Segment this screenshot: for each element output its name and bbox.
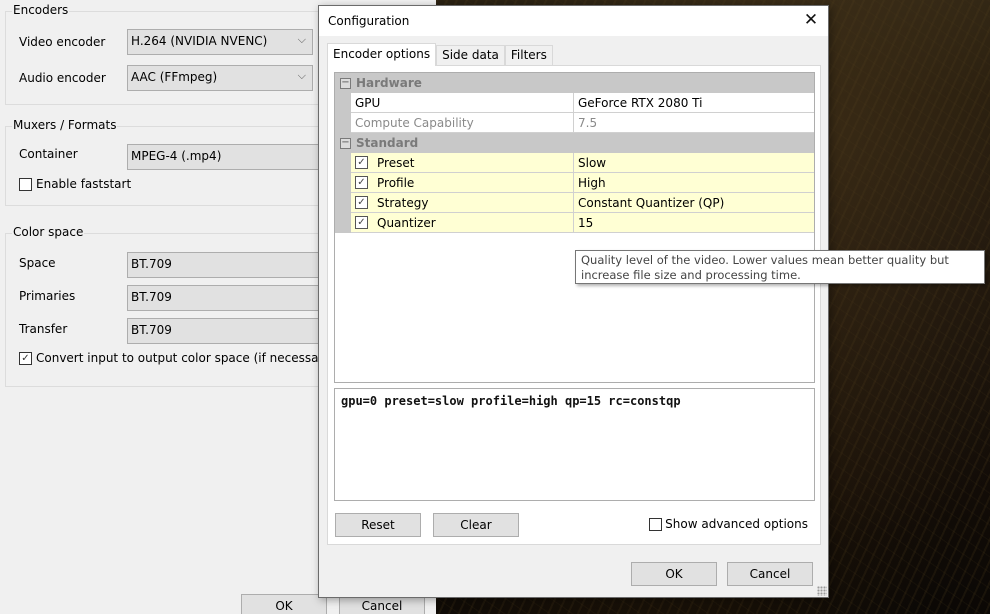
- property-name: Profile: [377, 175, 415, 190]
- container-value: MPEG-4 (.mp4): [131, 149, 222, 163]
- dialog-titlebar: Configuration ✕: [319, 6, 828, 36]
- space-value: BT.709: [131, 257, 172, 271]
- close-icon[interactable]: ✕: [800, 9, 822, 31]
- space-label: Space: [19, 256, 56, 270]
- property-name-cell: Strategy: [351, 193, 574, 213]
- video-encoder-label: Video encoder: [19, 35, 106, 49]
- property-name: Compute Capability: [351, 113, 574, 133]
- category-label: Hardware: [356, 76, 422, 90]
- enable-faststart-checkbox[interactable]: Enable faststart: [19, 177, 131, 191]
- chevron-down-icon: ⌵: [297, 69, 306, 82]
- checkbox-icon: [649, 517, 663, 531]
- audio-encoder-label: Audio encoder: [19, 71, 106, 85]
- checkbox-checked-icon[interactable]: [355, 196, 368, 209]
- options-string-textarea[interactable]: gpu=0 preset=slow profile=high qp=15 rc=…: [334, 388, 815, 501]
- dialog-tabs: Encoder options Side data Filters: [327, 43, 553, 66]
- resize-grip-icon[interactable]: [817, 586, 827, 596]
- quantizer-tooltip: Quality level of the video. Lower values…: [575, 250, 985, 284]
- property-row-preset[interactable]: Preset Slow: [335, 153, 814, 173]
- checkbox-icon: [19, 177, 32, 191]
- property-value[interactable]: Slow: [574, 153, 814, 173]
- primaries-label: Primaries: [19, 289, 76, 303]
- reset-button[interactable]: Reset: [335, 513, 421, 537]
- row-gutter: [335, 93, 351, 113]
- configuration-dialog: Configuration ✕ Encoder options Side dat…: [318, 5, 829, 598]
- row-gutter: [335, 113, 351, 133]
- checkbox-checked-icon[interactable]: [355, 156, 368, 169]
- checkbox-checked-icon[interactable]: [355, 176, 368, 189]
- enable-faststart-label: Enable faststart: [36, 177, 132, 191]
- audio-encoder-select[interactable]: AAC (FFmpeg) ⌵: [127, 65, 313, 91]
- transfer-label: Transfer: [19, 322, 68, 336]
- property-name: GPU: [351, 93, 574, 113]
- color-space-legend: Color space: [12, 225, 85, 239]
- transfer-value: BT.709: [131, 323, 172, 337]
- property-grid: − Hardware GPU GeForce RTX 2080 Ti Compu…: [334, 72, 815, 383]
- category-hardware[interactable]: − Hardware: [335, 73, 814, 93]
- video-encoder-value: H.264 (NVIDIA NVENC): [131, 34, 268, 48]
- property-name: Preset: [377, 155, 415, 170]
- show-advanced-options-label: Show advanced options: [665, 517, 808, 531]
- show-advanced-options-checkbox[interactable]: Show advanced options: [649, 517, 808, 531]
- row-gutter: [335, 213, 351, 233]
- convert-color-space-label: Convert input to output color space (if …: [36, 351, 336, 365]
- panel-ok-button[interactable]: OK: [241, 594, 327, 614]
- property-row-gpu[interactable]: GPU GeForce RTX 2080 Ti: [335, 93, 814, 113]
- video-encoder-select[interactable]: H.264 (NVIDIA NVENC) ⌵: [127, 29, 313, 55]
- tab-encoder-options[interactable]: Encoder options: [327, 43, 437, 66]
- dialog-title: Configuration: [328, 14, 410, 28]
- tab-filters[interactable]: Filters: [504, 45, 553, 66]
- encoder-options-page: − Hardware GPU GeForce RTX 2080 Ti Compu…: [327, 65, 821, 545]
- audio-encoder-value: AAC (FFmpeg): [131, 70, 218, 84]
- property-name-cell: Profile: [351, 173, 574, 193]
- property-value[interactable]: Constant Quantizer (QP): [574, 193, 814, 213]
- property-value[interactable]: GeForce RTX 2080 Ti: [574, 93, 814, 113]
- property-row-compute-capability: Compute Capability 7.5: [335, 113, 814, 133]
- category-label: Standard: [356, 136, 419, 150]
- encoders-legend: Encoders: [12, 3, 70, 17]
- collapse-icon[interactable]: −: [340, 77, 351, 89]
- muxers-legend: Muxers / Formats: [12, 118, 118, 132]
- dialog-cancel-button[interactable]: Cancel: [727, 562, 813, 586]
- container-label: Container: [19, 147, 78, 161]
- clear-button[interactable]: Clear: [433, 513, 519, 537]
- checkbox-checked-icon: [19, 351, 32, 365]
- property-value: 7.5: [574, 113, 814, 133]
- row-gutter: [335, 193, 351, 213]
- property-row-strategy[interactable]: Strategy Constant Quantizer (QP): [335, 193, 814, 213]
- category-standard[interactable]: − Standard: [335, 133, 814, 153]
- row-gutter: [335, 153, 351, 173]
- convert-color-space-checkbox[interactable]: Convert input to output color space (if …: [19, 351, 335, 365]
- primaries-value: BT.709: [131, 290, 172, 304]
- checkbox-checked-icon[interactable]: [355, 216, 368, 229]
- property-name: Strategy: [377, 195, 429, 210]
- property-value[interactable]: High: [574, 173, 814, 193]
- collapse-icon[interactable]: −: [340, 137, 351, 149]
- row-gutter: [335, 173, 351, 193]
- tab-side-data[interactable]: Side data: [436, 45, 505, 66]
- dialog-ok-button[interactable]: OK: [631, 562, 717, 586]
- property-name: Quantizer: [377, 215, 436, 230]
- property-value[interactable]: 15: [574, 213, 814, 233]
- chevron-down-icon: ⌵: [297, 33, 306, 46]
- property-name-cell: Quantizer: [351, 213, 574, 233]
- property-name-cell: Preset: [351, 153, 574, 173]
- property-row-profile[interactable]: Profile High: [335, 173, 814, 193]
- property-row-quantizer[interactable]: Quantizer 15: [335, 213, 814, 233]
